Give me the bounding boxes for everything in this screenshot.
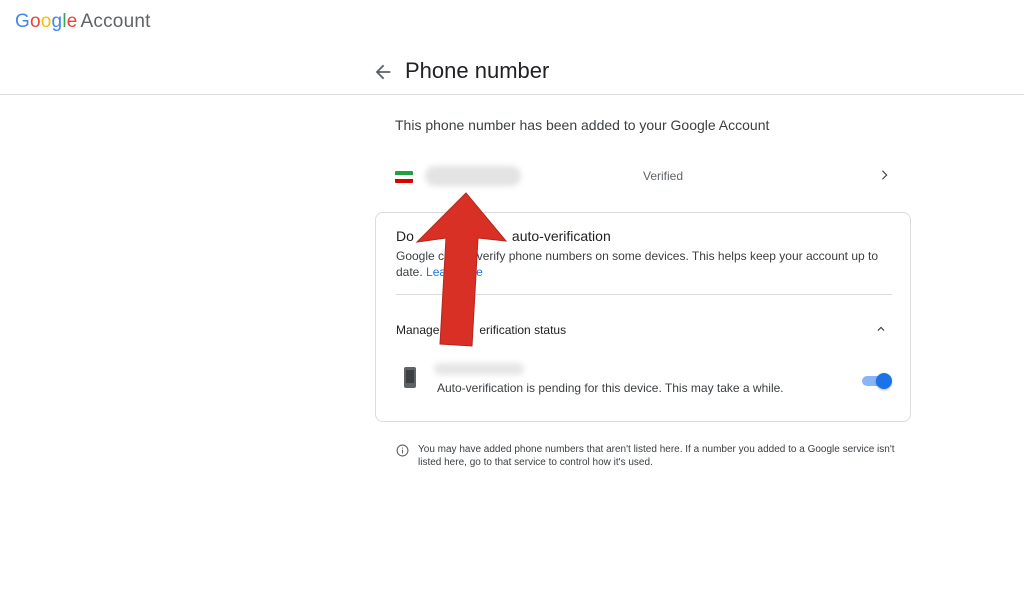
blurred-device-name — [434, 363, 524, 375]
arrow-left-icon[interactable] — [372, 61, 394, 83]
manage-title-start: Manage — [396, 323, 440, 337]
intro-text: This phone number has been added to your… — [395, 117, 770, 133]
google-logo-letter: e — [66, 11, 78, 32]
phone-number-row[interactable]: Verified — [395, 162, 895, 192]
iran-flag-icon — [395, 171, 413, 183]
info-icon — [396, 444, 409, 457]
chevron-right-icon[interactable] — [877, 168, 891, 182]
account-label: Account — [80, 11, 151, 32]
card-description-start: Google ca — [396, 249, 451, 263]
phone-device-icon — [404, 367, 416, 388]
manage-title-end: erification status — [479, 323, 567, 337]
chevron-up-icon[interactable] — [874, 322, 888, 336]
card-title-end: auto-verification — [511, 228, 611, 244]
google-logo-letter: o — [29, 11, 41, 32]
toggle-knob — [876, 373, 892, 389]
google-account-logo[interactable]: Google Account — [15, 11, 151, 33]
header-divider — [0, 94, 1024, 95]
manage-status-header[interactable]: Manage erification status — [396, 323, 566, 337]
verified-status: Verified — [643, 169, 684, 183]
auto-verification-card: Do auto-verification Google ca -verify pho… — [375, 212, 911, 422]
card-description: Google ca -verify phone numbers on some d… — [396, 248, 886, 280]
google-logo-letter: g — [51, 11, 63, 32]
learn-more-link[interactable]: Lea e — [426, 265, 483, 279]
top-bar: Google Account — [0, 0, 1024, 48]
google-logo-letter: G — [15, 11, 30, 32]
device-status-text: Auto-verification is pending for this de… — [437, 381, 784, 395]
auto-verification-toggle[interactable] — [862, 373, 892, 389]
card-title-start: Do — [396, 228, 414, 244]
card-divider — [396, 294, 892, 295]
google-logo-letter: o — [40, 11, 52, 32]
footer-note: You may have added phone numbers that ar… — [418, 444, 895, 468]
blurred-phone-number — [425, 166, 521, 186]
card-title: Do auto-verification — [396, 228, 611, 244]
page-title: Phone number — [405, 58, 550, 83]
